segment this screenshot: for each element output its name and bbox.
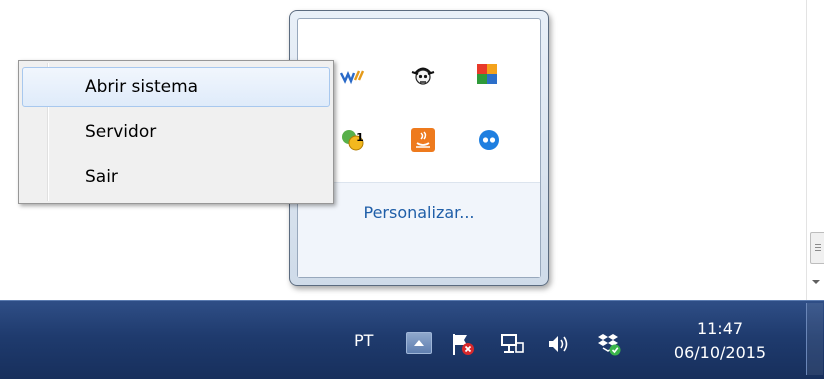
language-indicator[interactable]: PT [354,331,373,350]
show-hidden-icons-button[interactable] [406,332,432,354]
clock-time: 11:47 [696,319,744,338]
scroll-down-arrow-icon[interactable] [812,280,820,284]
menu-item-servidor[interactable]: Servidor [22,112,330,152]
network-icon[interactable] [499,331,525,357]
dropbox-icon[interactable] [596,331,622,357]
blue-dots-app-icon[interactable] [476,127,502,153]
scrollbar-thumb[interactable] [810,232,824,264]
veetle-tv-icon[interactable] [340,63,366,89]
tray-context-menu: Abrir sistema Servidor Sair [18,60,334,204]
pirate-skull-icon[interactable] [410,61,436,87]
volume-icon[interactable] [546,331,572,357]
avg-antivirus-icon[interactable] [474,61,500,87]
taskbar: PT 11:47 06/10/2015 [0,300,824,379]
clock-date: 06/10/2015 [673,343,767,362]
java-update-icon[interactable] [410,127,436,153]
chevron-up-icon [414,340,424,346]
menu-item-sair[interactable]: Sair [22,157,330,197]
flyout-footer: Personalizar... [298,182,540,277]
taskbar-clock[interactable]: 11:47 06/10/2015 [660,317,780,365]
customize-link[interactable]: Personalizar... [298,203,540,222]
show-desktop-button[interactable] [806,303,823,375]
notification-badge-count: 1 [356,131,364,144]
menu-item-abrir-sistema[interactable]: Abrir sistema [22,67,330,107]
hidden-icons-grid: 1 [326,47,526,167]
action-center-flag-icon[interactable] [450,331,476,357]
